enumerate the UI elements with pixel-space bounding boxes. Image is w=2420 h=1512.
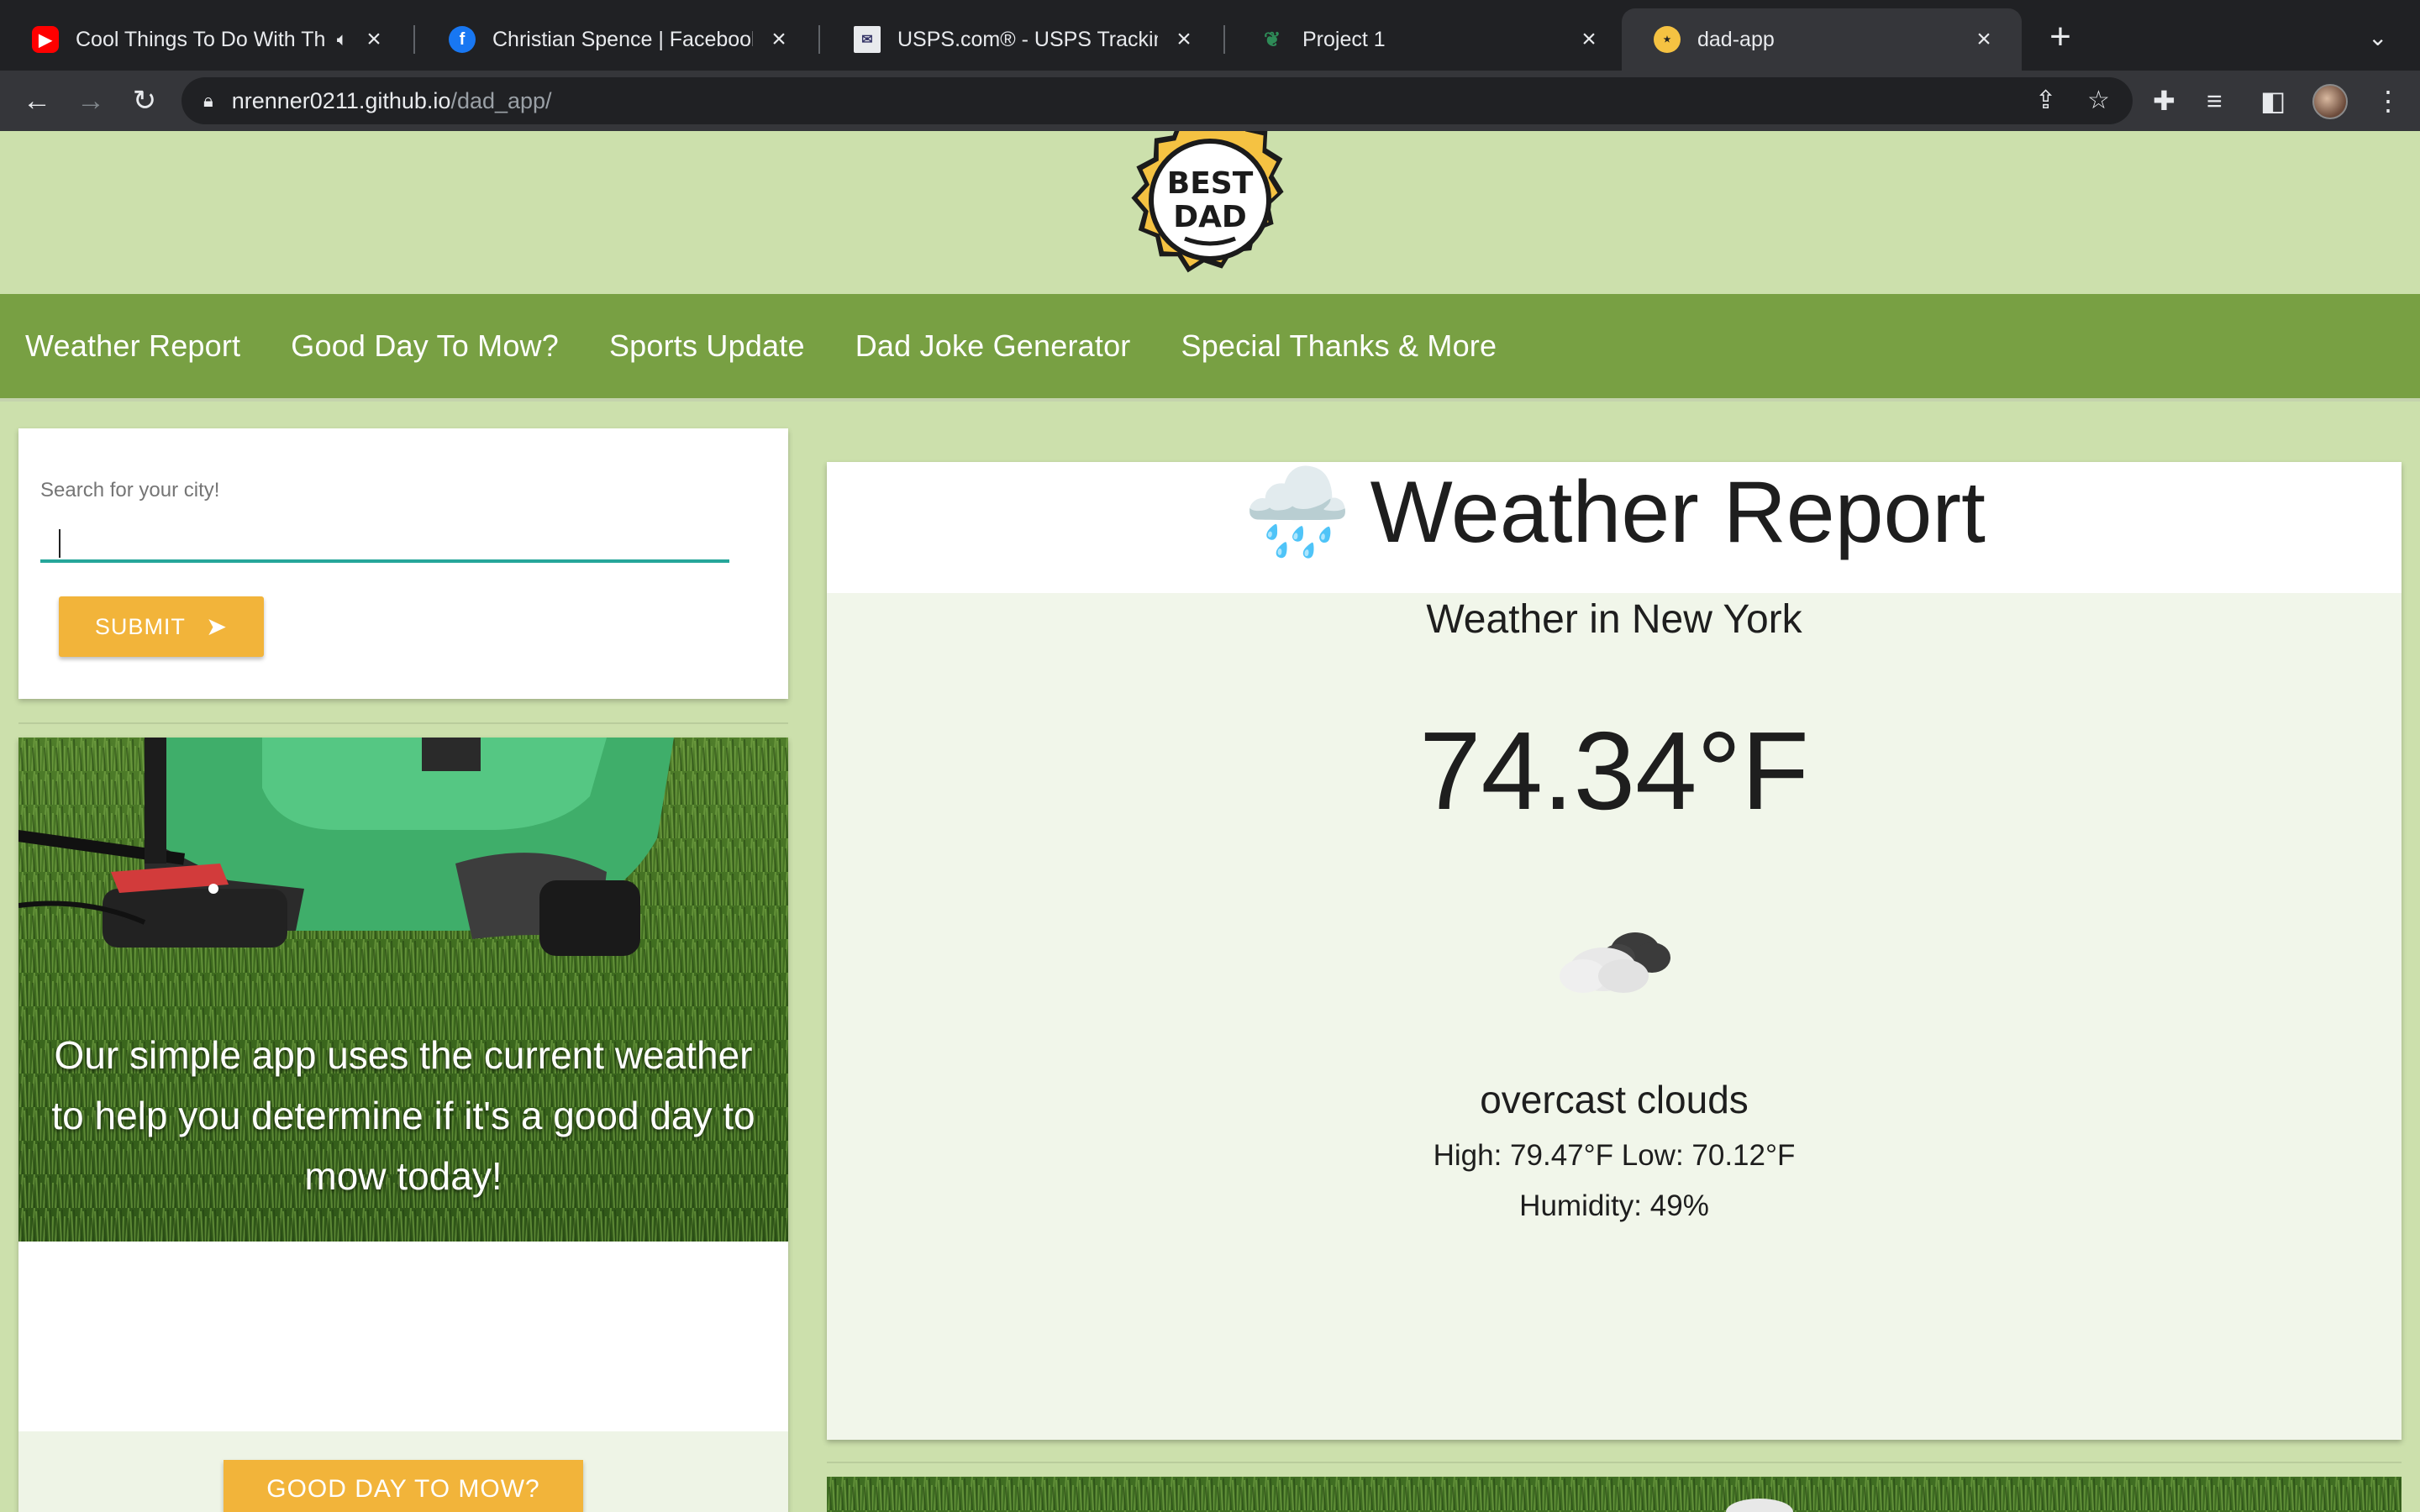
lawn-image-bottom	[827, 1477, 2402, 1512]
url-host: nrenner0211.github.io	[231, 87, 451, 113]
url-text: nrenner0211.github.io/dad_app/	[232, 88, 552, 114]
nav-sports-update[interactable]: Sports Update	[609, 328, 805, 364]
more-menu-icon[interactable]: ⋮	[2375, 84, 2402, 118]
send-icon: ➤	[205, 612, 229, 641]
nav-good-day-to-mow[interactable]: Good Day To Mow?	[291, 328, 559, 364]
close-tab-icon[interactable]: ×	[1575, 25, 1603, 54]
nav-weather-report[interactable]: Weather Report	[25, 328, 240, 364]
close-tab-icon[interactable]: ×	[1170, 25, 1198, 54]
submit-label: SUBMIT	[94, 613, 186, 639]
facebook-icon: f	[449, 26, 476, 53]
weather-title: 🌧️ Weather Report	[827, 462, 2402, 564]
browser-tab-strip: ▶ Cool Things To Do With Th 🔈︎ × f Chris…	[0, 0, 2420, 71]
profile-avatar[interactable]	[2312, 84, 2348, 119]
speaker-icon[interactable]: 🔈︎	[337, 29, 348, 50]
city-search-input[interactable]	[40, 517, 729, 563]
logo-text-line2: DAD	[1173, 200, 1247, 234]
browser-tab-dad-app[interactable]: ★ dad-app ×	[1622, 8, 2022, 71]
weather-high-low: High: 79.47°F Low: 70.12°F	[1433, 1139, 1796, 1172]
divider	[18, 722, 788, 724]
browser-tab-facebook[interactable]: f Christian Spence | Facebook ×	[417, 8, 817, 71]
close-tab-icon[interactable]: ×	[360, 25, 388, 54]
rain-cloud-icon: 🌧️	[1243, 464, 1352, 561]
nav-dad-joke-generator[interactable]: Dad Joke Generator	[855, 328, 1131, 364]
browser-tab-youtube[interactable]: ▶ Cool Things To Do With Th 🔈︎ ×	[0, 8, 412, 71]
back-arrow-icon[interactable]: ←	[18, 82, 55, 119]
chevron-down-icon[interactable]: ⌄	[2368, 24, 2387, 51]
lawn-picture	[827, 1477, 2402, 1512]
weather-city: Weather in New York	[1426, 597, 1802, 642]
media-queue-icon[interactable]: ≡	[2207, 84, 2223, 118]
usps-icon: ✉	[854, 26, 881, 53]
browser-toolbar: ← → ↻ 🔒︎ nrenner0211.github.io/dad_app/ …	[0, 71, 2420, 131]
tab-separator	[1223, 25, 1225, 54]
close-tab-icon[interactable]: ×	[1970, 25, 1998, 54]
good-day-to-mow-button[interactable]: GOOD DAY TO MOW?	[224, 1460, 583, 1512]
url-path: /dad_app/	[450, 87, 552, 113]
browser-tab-project1[interactable]: ❦ Project 1 ×	[1227, 8, 1627, 71]
star-icon[interactable]: ☆	[2087, 86, 2110, 115]
side-panel-icon[interactable]: ◧	[2260, 84, 2286, 118]
reload-icon[interactable]: ↻	[126, 82, 163, 119]
address-bar[interactable]: 🔒︎ nrenner0211.github.io/dad_app/ ⇪ ☆	[182, 77, 2133, 124]
best-dad-logo: BEST DAD	[1131, 131, 1284, 273]
close-tab-icon[interactable]: ×	[765, 25, 793, 54]
submit-button[interactable]: SUBMIT ➤	[59, 596, 264, 657]
tab-separator	[413, 25, 415, 54]
weather-description: overcast clouds	[1480, 1078, 1749, 1121]
lock-icon: 🔒︎	[203, 90, 213, 111]
main-navbar: Weather Report Good Day To Mow? Sports U…	[0, 294, 2420, 402]
leaf-icon: ❦	[1263, 28, 1281, 51]
browser-tab-usps[interactable]: ✉ USPS.com® - USPS Tracking® ×	[822, 8, 1222, 71]
best-dad-icon: ★	[1654, 26, 1681, 53]
divider	[827, 1462, 2402, 1463]
weather-humidity: Humidity: 49%	[1519, 1189, 1709, 1222]
overcast-clouds-icon	[1560, 932, 1670, 993]
share-icon[interactable]: ⇪	[2035, 86, 2056, 115]
extensions-puzzle-icon[interactable]: ✚	[2153, 84, 2175, 118]
logo-text-line1: BEST	[1167, 166, 1254, 201]
weather-title-text: Weather Report	[1370, 464, 1986, 561]
tab-separator	[818, 25, 820, 54]
mow-description: Our simple app uses the current weather …	[51, 1033, 755, 1198]
forward-arrow-icon[interactable]: →	[72, 82, 109, 119]
weather-temperature: 74.34°F	[1419, 709, 1809, 832]
search-label: Search for your city!	[40, 479, 220, 501]
city-search-card	[18, 428, 788, 699]
nav-special-thanks[interactable]: Special Thanks & More	[1181, 328, 1497, 364]
new-tab-button[interactable]: +	[2042, 18, 2079, 57]
youtube-icon: ▶	[32, 26, 59, 53]
text-caret	[59, 529, 60, 558]
